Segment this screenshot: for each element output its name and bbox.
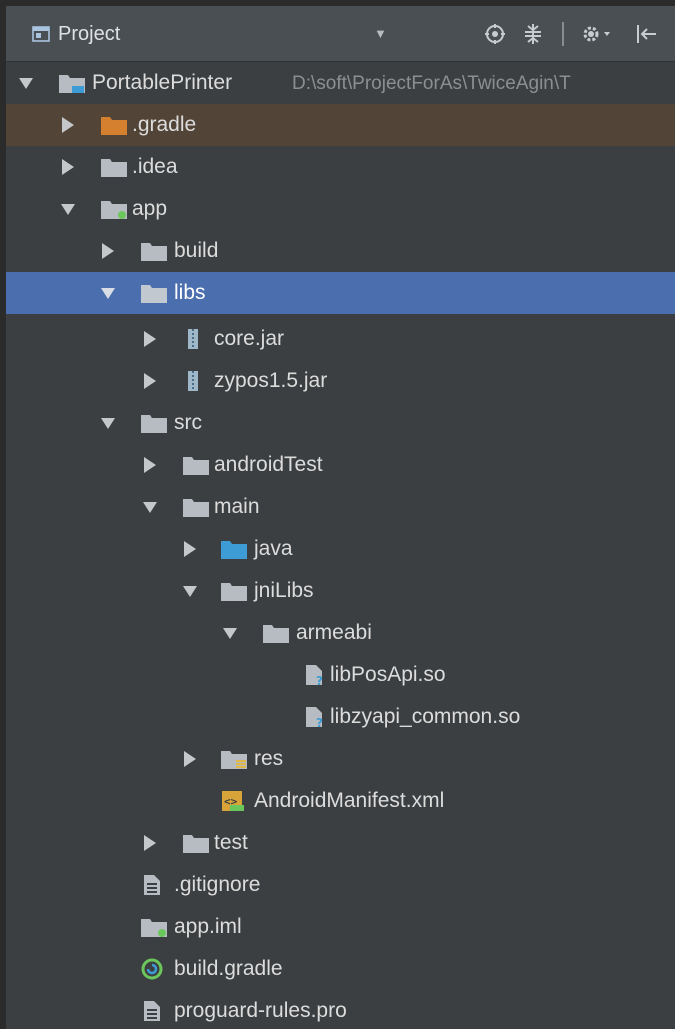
tree-item-label: libs [174, 281, 206, 304]
tree-item-label: app.iml [174, 915, 242, 938]
unknown-file-icon: ? [306, 665, 323, 686]
tree-item-label: AndroidManifest.xml [254, 789, 445, 812]
tree-node-gradle-dir[interactable]: .gradle [6, 104, 675, 146]
root-project-name: PortablePrinter [92, 71, 233, 94]
expanded-arrow-icon[interactable] [182, 581, 198, 601]
project-view-title[interactable]: Project [58, 23, 120, 45]
module-folder-icon [59, 75, 85, 93]
text-file-icon [144, 1001, 160, 1021]
tree-node-app-module[interactable]: app [6, 188, 675, 230]
jar-archive-icon [188, 329, 198, 349]
tree-item-label: test [214, 831, 248, 854]
expanded-arrow-icon[interactable] [100, 413, 116, 433]
collapsed-arrow-icon[interactable] [142, 329, 158, 349]
module-file-icon [141, 919, 167, 937]
text-file-icon [144, 875, 160, 895]
tree-node-proguard-rules[interactable]: proguard-rules.pro [6, 990, 675, 1029]
collapsed-arrow-icon[interactable] [60, 115, 76, 135]
folder-icon [101, 159, 127, 177]
expanded-arrow-icon[interactable] [18, 73, 34, 93]
tree-item-label: jniLibs [254, 579, 314, 602]
tree-node-test-dir[interactable]: test [6, 822, 675, 864]
tree-item-label: res [254, 747, 284, 770]
tree-node-root[interactable]: PortablePrinter D:\soft\ProjectForAs\Twi… [6, 62, 675, 104]
xml-manifest-icon: <> [222, 791, 244, 811]
expanded-arrow-icon[interactable] [142, 497, 158, 517]
tree-node-main-dir[interactable]: main [6, 486, 675, 528]
toolbar-separator [562, 22, 564, 46]
tree-item-label: .gradle [132, 113, 197, 136]
tree-node-android-manifest[interactable]: <> AndroidManifest.xml [6, 780, 675, 822]
collapse-all-icon[interactable] [522, 23, 544, 45]
folder-icon [183, 457, 209, 475]
folder-icon [263, 625, 289, 643]
tree-item-label: build [174, 239, 219, 262]
settings-gear-icon[interactable] [580, 23, 614, 45]
folder-icon [141, 415, 167, 433]
svg-text:?: ? [316, 674, 323, 686]
expanded-arrow-icon[interactable] [60, 199, 76, 219]
source-folder-icon [221, 541, 247, 559]
collapsed-arrow-icon[interactable] [182, 749, 198, 769]
collapsed-arrow-icon[interactable] [182, 539, 198, 559]
tree-node-app-iml[interactable]: app.iml [6, 906, 675, 948]
project-view-header: Project ▼ [6, 6, 675, 62]
project-view-icon [32, 26, 50, 42]
tree-item-label: .idea [132, 155, 178, 178]
tree-item-label: build.gradle [174, 957, 283, 980]
locate-target-icon[interactable] [484, 23, 506, 45]
expanded-arrow-icon[interactable] [100, 283, 116, 303]
svg-text:?: ? [316, 716, 323, 728]
gradle-file-icon [141, 958, 163, 980]
jar-archive-icon [188, 371, 198, 391]
tree-item-label: proguard-rules.pro [174, 999, 347, 1022]
collapsed-arrow-icon[interactable] [100, 241, 116, 261]
tree-node-libs-dir-selected[interactable]: libs [6, 272, 675, 314]
unknown-file-icon: ? [306, 707, 323, 728]
tree-node-core-jar[interactable]: core.jar [6, 318, 675, 360]
tree-node-zypos-jar[interactable]: zypos1.5.jar [6, 360, 675, 402]
tree-item-label: libPosApi.so [330, 663, 446, 686]
tree-item-label: main [214, 495, 260, 518]
folder-icon [141, 243, 167, 261]
collapsed-arrow-icon[interactable] [142, 371, 158, 391]
collapsed-arrow-icon[interactable] [60, 157, 76, 177]
tree-node-libzyapi-common-so[interactable]: ? libzyapi_common.so [6, 696, 675, 738]
tree-node-libposapi-so[interactable]: ? libPosApi.so [6, 654, 675, 696]
collapsed-arrow-icon[interactable] [142, 833, 158, 853]
tree-node-java-source-dir[interactable]: java [6, 528, 675, 570]
tree-node-idea-dir[interactable]: .idea [6, 146, 675, 188]
hide-panel-icon[interactable] [634, 23, 664, 45]
expanded-arrow-icon[interactable] [222, 623, 238, 643]
folder-icon [221, 583, 247, 601]
tree-node-jnilibs-dir[interactable]: jniLibs [6, 570, 675, 612]
tree-item-label: app [132, 197, 168, 220]
resource-folder-icon [221, 751, 247, 769]
tree-node-build-gradle[interactable]: build.gradle [6, 948, 675, 990]
android-module-icon [101, 201, 127, 219]
tree-node-build-dir[interactable]: build [6, 230, 675, 272]
root-project-path: D:\soft\ProjectForAs\TwiceAgin\T [292, 73, 571, 94]
tree-item-label: .gitignore [174, 873, 261, 896]
tree-node-src-dir[interactable]: src [6, 402, 675, 444]
tree-item-label: armeabi [296, 621, 372, 644]
folder-icon [183, 499, 209, 517]
tree-item-label: java [254, 537, 293, 560]
tree-item-label: libzyapi_common.so [330, 705, 521, 728]
tree-node-androidtest-dir[interactable]: androidTest [6, 444, 675, 486]
project-tree: PortablePrinter D:\soft\ProjectForAs\Twi… [6, 62, 675, 1029]
folder-icon [141, 285, 167, 303]
folder-icon [183, 835, 209, 853]
tree-node-res-dir[interactable]: res [6, 738, 675, 780]
view-mode-dropdown-icon[interactable]: ▼ [374, 26, 387, 41]
tree-item-label: androidTest [214, 453, 323, 476]
collapsed-arrow-icon[interactable] [142, 455, 158, 475]
excluded-folder-icon [101, 117, 127, 135]
tree-node-armeabi-dir[interactable]: armeabi [6, 612, 675, 654]
tree-item-label: core.jar [214, 327, 285, 350]
tree-item-label: src [174, 411, 202, 434]
project-tool-window: Project ▼ PortablePrinter D:\soft\Projec… [0, 0, 675, 1029]
tree-node-gitignore[interactable]: .gitignore [6, 864, 675, 906]
tree-item-label: zypos1.5.jar [214, 369, 328, 392]
